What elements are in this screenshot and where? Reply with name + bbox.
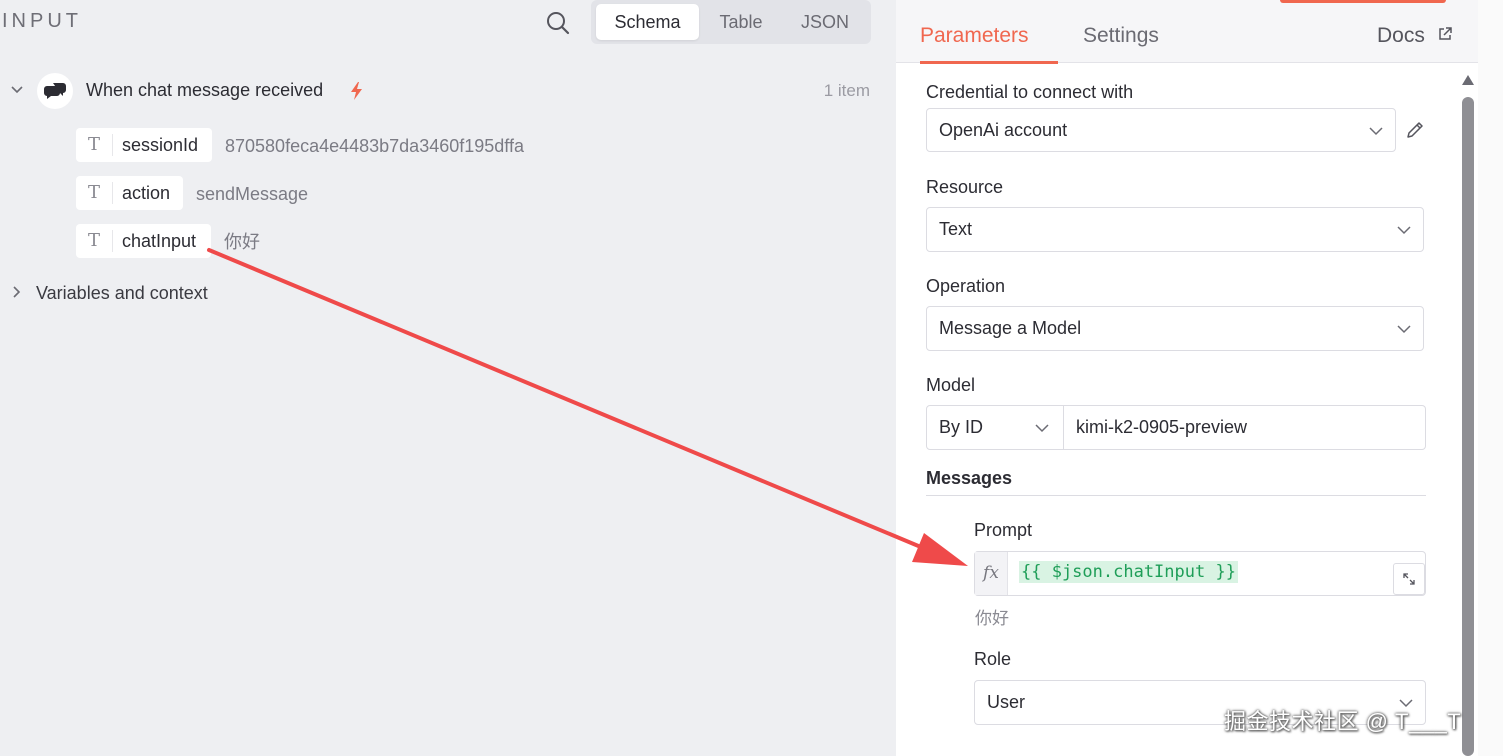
section-divider [926,495,1426,496]
messages-section-title: Messages [926,468,1013,488]
tab-json[interactable]: JSON [785,4,865,40]
tab-parameters[interactable]: Parameters [920,24,1058,64]
credential-label: Credential to connect with [926,82,1134,102]
fx-icon: fx [975,552,1008,595]
scroll-up-arrow-icon[interactable] [1461,74,1475,86]
search-icon[interactable] [545,10,571,36]
prompt-preview: 你好 [975,609,1009,628]
tab-parameters-label: Parameters [920,24,1029,47]
field-pill[interactable]: T chatInput [76,224,211,258]
model-id-input[interactable]: kimi-k2-0905-preview [1063,405,1426,450]
chevron-down-icon[interactable] [9,82,25,98]
role-label: Role [974,649,1012,669]
prompt-expression: {{ $json.chatInput }} [1019,561,1238,583]
variables-context-label: Variables and context [36,283,208,303]
chevron-down-icon [1397,226,1411,235]
input-panel-title: INPUT [2,10,82,32]
field-key: action [122,183,171,203]
view-tabs: Schema Table JSON [591,0,871,44]
parameters-header: Parameters Settings Docs [896,0,1478,64]
field-value: 你好 [224,232,260,252]
tab-settings[interactable]: Settings [1083,24,1159,48]
resource-select[interactable]: Text [926,207,1424,252]
field-pill[interactable]: T action [76,176,183,210]
model-id-value: kimi-k2-0905-preview [1076,417,1248,437]
role-value: User [987,692,1026,712]
execute-button-edge[interactable] [1280,0,1446,3]
canvas-edge [1478,0,1503,756]
expand-editor-button[interactable] [1393,563,1425,595]
item-count: 1 item [823,81,870,100]
chevron-right-icon[interactable] [9,284,25,300]
chevron-down-icon [1035,424,1049,433]
external-link-icon[interactable] [1437,26,1453,42]
tab-table[interactable]: Table [701,4,781,40]
resource-label: Resource [926,177,1004,197]
text-type-icon: T [87,230,100,251]
chevron-down-icon [1397,325,1411,334]
field-key: chatInput [122,231,197,251]
credential-select[interactable]: OpenAi account [926,108,1396,152]
operation-value: Message a Model [939,318,1082,338]
parameters-panel: Parameters Settings Docs Credential to c… [896,0,1478,756]
field-value: sendMessage [196,184,309,204]
model-mode-value: By ID [939,417,984,437]
text-type-icon: T [87,134,100,155]
chat-node-icon [37,73,73,109]
operation-select[interactable]: Message a Model [926,306,1424,351]
resource-value: Text [939,219,973,239]
expand-icon [1403,573,1415,585]
credential-value: OpenAi account [939,120,1068,140]
field-pill[interactable]: T sessionId [76,128,212,162]
prompt-label: Prompt [974,520,1033,540]
watermark: 掘金技术社区 @ T___T [1224,709,1462,734]
active-tab-underline [920,61,1058,64]
scrollbar-thumb[interactable] [1462,97,1474,756]
prompt-expression-input[interactable]: fx {{ $json.chatInput }} [974,551,1426,596]
model-mode-select[interactable]: By ID [926,405,1064,450]
pencil-edit-icon[interactable] [1404,119,1426,141]
model-label: Model [926,375,976,395]
trigger-node-row[interactable]: When chat message received 1 item [0,70,880,114]
field-value: 870580feca4e4483b7da3460f195dffa [225,136,524,156]
model-field: By ID kimi-k2-0905-preview [926,405,1426,450]
input-panel: INPUT Schema Table JSON When chat messag… [0,0,890,756]
lightning-bolt-icon [351,82,362,100]
field-key: sessionId [122,135,199,155]
operation-label: Operation [926,276,1006,296]
node-name: When chat message received [86,80,324,100]
chevron-down-icon [1369,127,1383,136]
text-type-icon: T [87,182,100,203]
tab-schema[interactable]: Schema [596,4,699,40]
docs-link[interactable]: Docs [1377,24,1425,48]
